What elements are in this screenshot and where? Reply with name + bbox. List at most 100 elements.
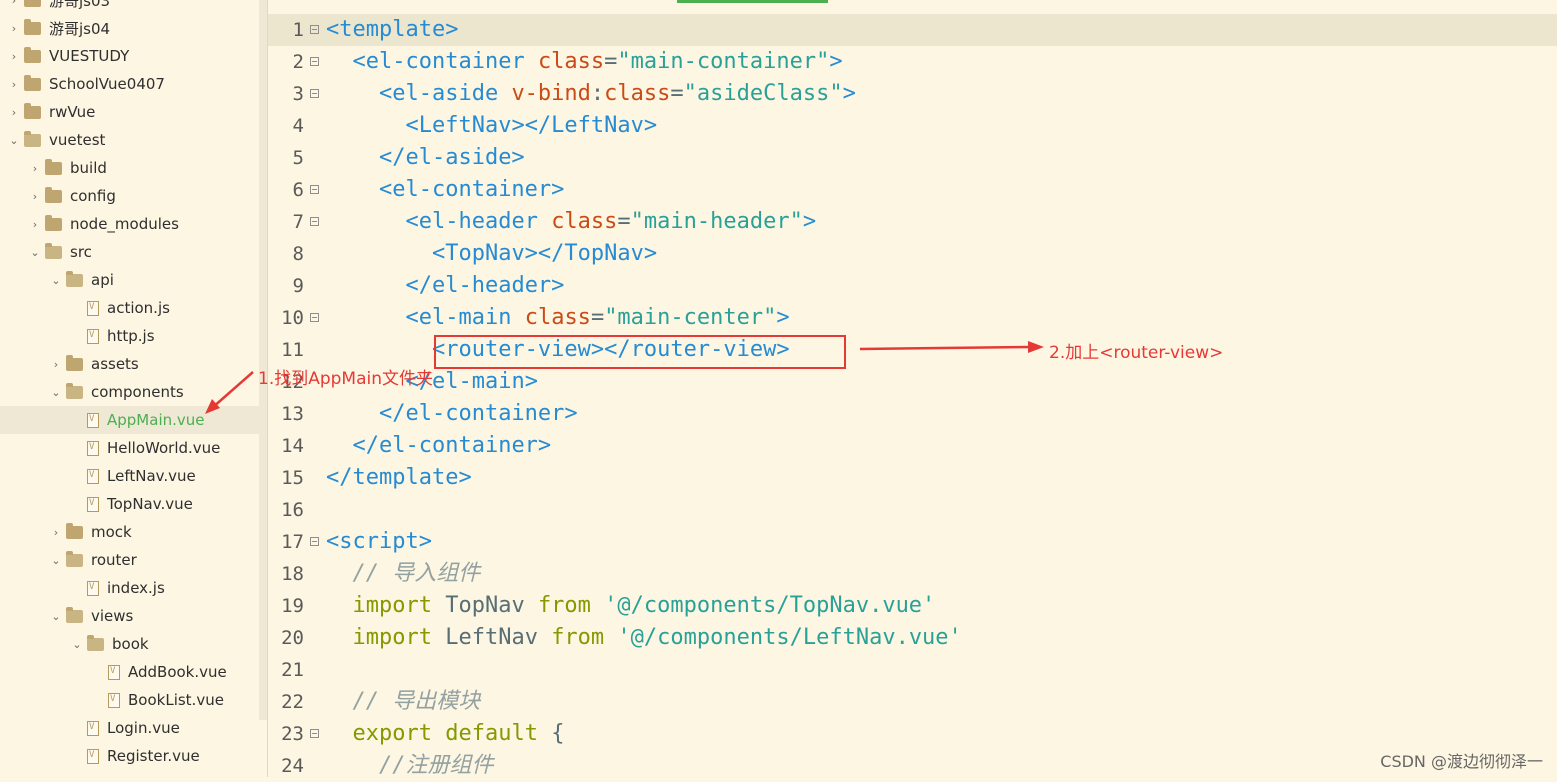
tree-file[interactable]: ›AppMain.vue: [0, 406, 259, 434]
chevron-right-icon[interactable]: ›: [8, 50, 20, 63]
code-token: from: [537, 593, 605, 618]
chevron-down-icon[interactable]: ⌄: [50, 386, 62, 399]
line-number: 6: [292, 179, 304, 201]
code-line[interactable]: 23 export default {: [268, 718, 1557, 750]
line-number: 22: [281, 691, 304, 713]
chevron-down-icon[interactable]: ⌄: [50, 554, 62, 567]
vue-file-icon: [108, 664, 120, 680]
chevron-down-icon[interactable]: ⌄: [50, 274, 62, 287]
chevron-right-icon[interactable]: ›: [29, 190, 41, 203]
tree-file[interactable]: ›action.js: [0, 294, 259, 322]
code-line[interactable]: 1 <template>: [268, 14, 1557, 46]
chevron-right-icon[interactable]: ›: [8, 78, 20, 91]
tree-folder[interactable]: ⌄ src: [0, 238, 259, 266]
code-line[interactable]: 21: [268, 654, 1557, 686]
code-line[interactable]: 7 <el-header class="main-header">: [268, 206, 1557, 238]
tree-file[interactable]: ›TopNav.vue: [0, 490, 259, 518]
tree-folder[interactable]: › 游哥js03: [0, 0, 259, 14]
tree-file[interactable]: ›BookList.vue: [0, 686, 259, 714]
tree-file[interactable]: ›AddBook.vue: [0, 658, 259, 686]
fold-toggle-icon[interactable]: [310, 217, 319, 226]
code-editor[interactable]: 1 <template> 2 <el-container class="main-c…: [268, 0, 1557, 778]
code-line[interactable]: 4 <LeftNav></LeftNav>: [268, 110, 1557, 142]
code-line[interactable]: 8 <TopNav></TopNav>: [268, 238, 1557, 270]
tree-folder[interactable]: ⌄ api: [0, 266, 259, 294]
chevron-right-icon[interactable]: ›: [29, 162, 41, 175]
fold-toggle-icon[interactable]: [310, 89, 319, 98]
chevron-right-icon[interactable]: ›: [8, 0, 20, 7]
tree-folder[interactable]: ⌄ vuetest: [0, 126, 259, 154]
code-line[interactable]: 10 <el-main class="main-center">: [268, 302, 1557, 334]
chevron-right-icon[interactable]: ›: [8, 106, 20, 119]
code-line[interactable]: 9 </el-header>: [268, 270, 1557, 302]
sidebar-scrollbar[interactable]: [259, 0, 267, 720]
code-line[interactable]: 18 // 导入组件: [268, 558, 1557, 590]
code-line[interactable]: 2 <el-container class="main-container">: [268, 46, 1557, 78]
line-number: 5: [292, 147, 304, 169]
code-token: '@/components/LeftNav.vue': [617, 625, 962, 650]
code-line[interactable]: 19 import TopNav from '@/components/TopN…: [268, 590, 1557, 622]
code-line[interactable]: 3 <el-aside v-bind:class="asideClass">: [268, 78, 1557, 110]
code-line[interactable]: 15 </template>: [268, 462, 1557, 494]
chevron-right-icon[interactable]: ›: [50, 526, 62, 539]
tree-folder[interactable]: › node_modules: [0, 210, 259, 238]
tree-folder[interactable]: › build: [0, 154, 259, 182]
tree-item-label: TopNav.vue: [107, 495, 193, 513]
tree-folder[interactable]: › config: [0, 182, 259, 210]
tree-item-label: rwVue: [49, 103, 96, 121]
fold-toggle-icon[interactable]: [310, 537, 319, 546]
tree-file[interactable]: ›Login.vue: [0, 714, 259, 742]
code-line[interactable]: 6 <el-container>: [268, 174, 1557, 206]
chevron-right-icon[interactable]: ›: [8, 22, 20, 35]
tree-folder[interactable]: › mock: [0, 518, 259, 546]
tree-file[interactable]: ›http.js: [0, 322, 259, 350]
code-line[interactable]: 20 import LeftNav from '@/components/Lef…: [268, 622, 1557, 654]
code-text: </el-header>: [326, 270, 564, 302]
tree-file[interactable]: ›index.js: [0, 574, 259, 602]
fold-toggle-icon[interactable]: [310, 57, 319, 66]
chevron-down-icon[interactable]: ⌄: [71, 638, 83, 651]
folder-icon: [24, 46, 41, 63]
code-token: <el-aside: [378, 81, 512, 106]
code-token: <el-container>: [378, 177, 565, 202]
tree-file[interactable]: ›LeftNav.vue: [0, 462, 259, 490]
code-line[interactable]: 13 </el-container>: [268, 398, 1557, 430]
chevron-right-icon[interactable]: ›: [50, 358, 62, 371]
code-line[interactable]: 5 </el-aside>: [268, 142, 1557, 174]
line-number: 2: [292, 51, 304, 73]
code-line[interactable]: 22 // 导出模块: [268, 686, 1557, 718]
tree-file[interactable]: ›HelloWorld.vue: [0, 434, 259, 462]
code-line[interactable]: 12 </el-main>: [268, 366, 1557, 398]
code-line[interactable]: 16: [268, 494, 1557, 526]
tree-folder[interactable]: › 游哥js04: [0, 14, 259, 42]
chevron-down-icon[interactable]: ⌄: [50, 610, 62, 623]
vue-file-icon: [108, 692, 120, 708]
chevron-down-icon[interactable]: ⌄: [8, 134, 20, 147]
fold-toggle-icon[interactable]: [310, 185, 319, 194]
tree-folder[interactable]: › rwVue: [0, 98, 259, 126]
vue-file-icon: [87, 300, 99, 316]
code-text: <el-header class="main-header">: [326, 206, 816, 238]
code-line[interactable]: 17 <script>: [268, 526, 1557, 558]
code-line[interactable]: 24 //注册组件: [268, 750, 1557, 782]
fold-toggle-icon[interactable]: [310, 729, 319, 738]
tree-folder[interactable]: ⌄ router: [0, 546, 259, 574]
tree-file[interactable]: ›Register.vue: [0, 742, 259, 770]
chevron-down-icon[interactable]: ⌄: [29, 246, 41, 259]
fold-toggle-icon[interactable]: [310, 25, 319, 34]
chevron-right-icon[interactable]: ›: [29, 218, 41, 231]
line-number: 23: [281, 723, 304, 745]
tree-folder[interactable]: ⌄ book: [0, 630, 259, 658]
watermark: CSDN @渡边彻彻泽一: [1380, 752, 1543, 771]
tree-folder[interactable]: › SchoolVue0407: [0, 70, 259, 98]
tree-folder[interactable]: ⌄ components: [0, 378, 259, 406]
tree-folder[interactable]: › assets: [0, 350, 259, 378]
folder-icon: [66, 270, 83, 287]
fold-toggle-icon[interactable]: [310, 313, 319, 322]
code-token: //注册组件: [378, 753, 494, 778]
code-line[interactable]: 14 </el-container>: [268, 430, 1557, 462]
tree-folder[interactable]: ⌄ views: [0, 602, 259, 630]
tree-folder[interactable]: › VUESTUDY: [0, 42, 259, 70]
